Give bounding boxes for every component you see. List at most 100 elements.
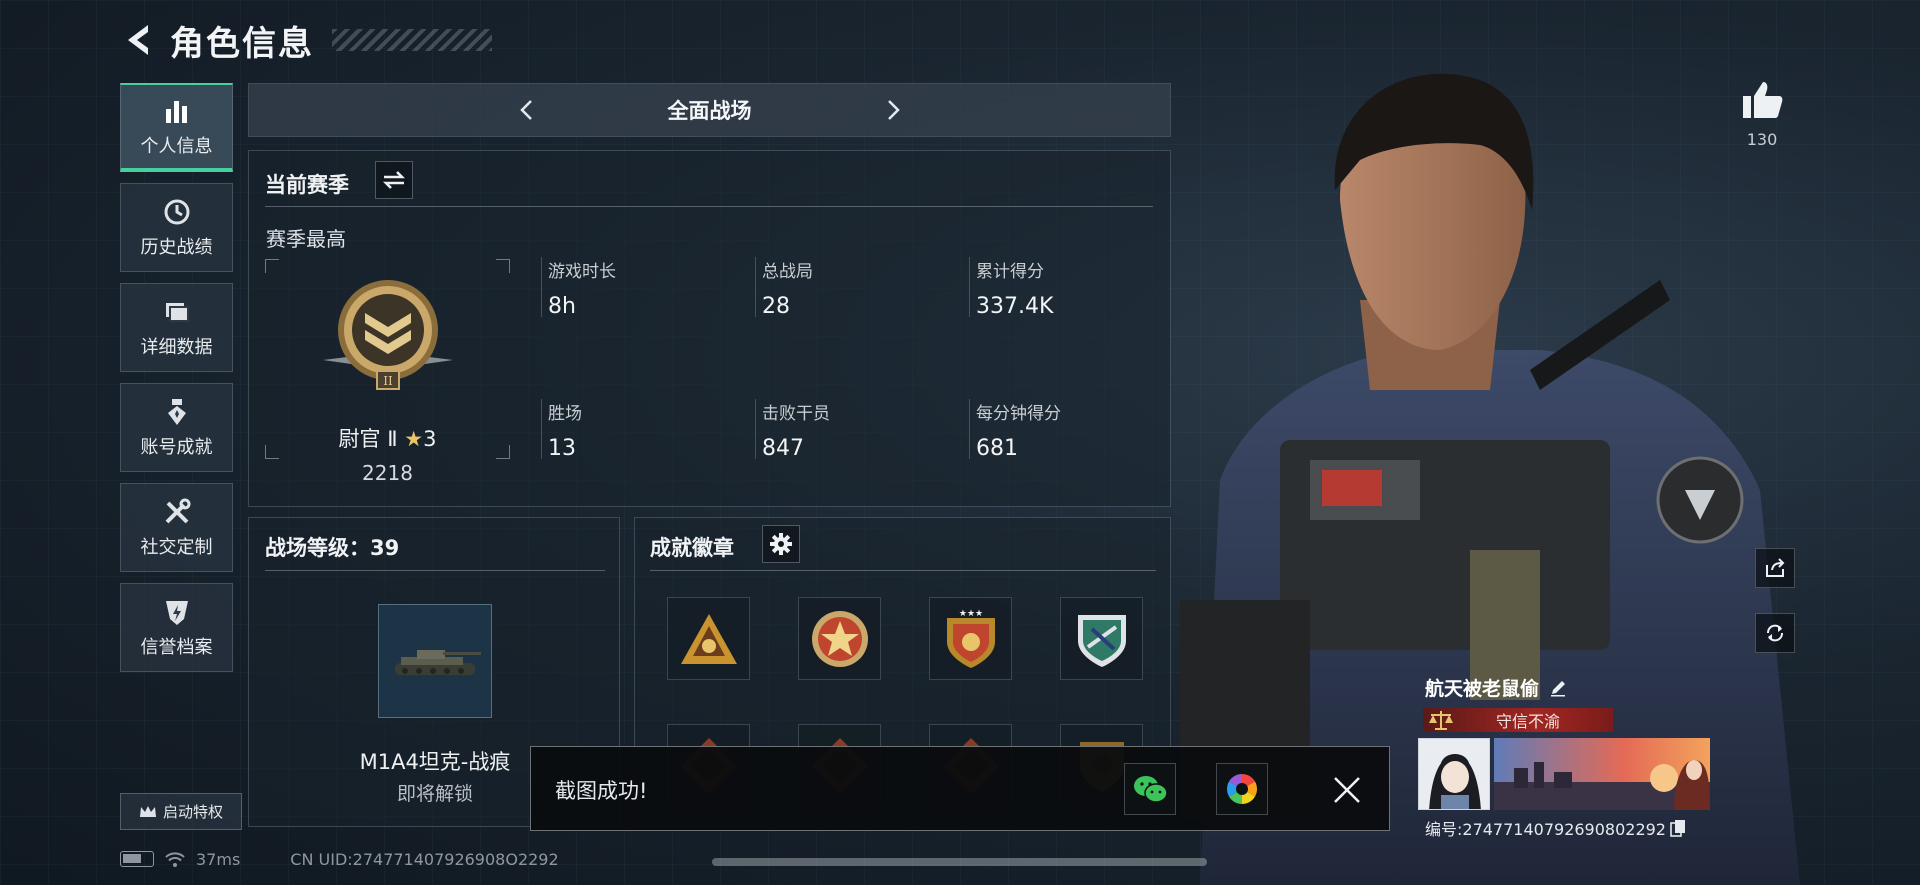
toast-close-button[interactable] [1327, 770, 1367, 810]
rank-points: 2218 [362, 461, 413, 485]
stat-value: 337.4K [976, 294, 1054, 319]
nav-personal-info[interactable]: 个人信息 [120, 83, 233, 172]
mode-next-button[interactable] [880, 96, 908, 124]
uid-text: CN UID:274771407926908O2292 [290, 849, 559, 869]
launch-privilege-button[interactable]: 启动特权 [120, 793, 242, 830]
player-id: 编号:27477140792690802292 [1425, 816, 1686, 840]
gear-icon [770, 533, 792, 555]
badge-settings-button[interactable] [762, 525, 800, 563]
share-icon [1766, 558, 1785, 577]
player-name-text: 航天被老鼠偷 [1425, 678, 1540, 700]
share-wechat-button[interactable] [1124, 763, 1176, 815]
side-nav: 个人信息 历史战绩 详细数据 账号成就 社交定制 信誉档案 [120, 83, 233, 683]
wechat-icon [1134, 776, 1168, 803]
page-title: 角色信息 [170, 23, 314, 64]
close-icon [1334, 777, 1360, 803]
nav-detailed-data[interactable]: 详细数据 [120, 283, 233, 372]
title-decoration [332, 29, 492, 51]
rank-emblem-icon: II [323, 280, 453, 390]
achievements-title: 成就徽章 [650, 536, 734, 560]
page-header: 角色信息 [120, 18, 492, 64]
edit-pencil-icon[interactable] [1549, 679, 1567, 697]
share-album-button[interactable] [1216, 763, 1268, 815]
badge-slot[interactable] [1060, 597, 1143, 680]
player-name: 航天被老鼠偷 [1425, 674, 1567, 701]
svg-text:II: II [383, 374, 393, 388]
chevron-left-icon [519, 100, 532, 120]
badge-slot[interactable]: ★★★ [929, 597, 1012, 680]
credit-title-text: 守信不渝 [1495, 712, 1560, 731]
stat-value: 28 [762, 294, 790, 319]
rank-name-text: 尉官 Ⅱ [338, 427, 398, 451]
stat-play-time: 游戏时长 8h [541, 257, 751, 319]
rank-stars: 3 [423, 427, 437, 451]
credit-title-tag: 守信不渝 [1423, 708, 1613, 732]
profile-banner[interactable] [1494, 738, 1710, 810]
svg-text:★★★: ★★★ [958, 609, 982, 619]
nav-label: 信誉档案 [140, 636, 213, 658]
switch-arrows-icon [382, 171, 406, 189]
star-medal-badge-icon [811, 610, 868, 667]
like-count: 130 [1746, 130, 1778, 149]
avatar[interactable] [1418, 738, 1490, 810]
chevron-right-icon [887, 100, 900, 120]
green-shield-badge-icon [1077, 614, 1126, 667]
refresh-icon [1767, 624, 1783, 642]
shield-stars-badge-icon: ★★★ [946, 609, 995, 668]
stat-kills: 击败干员 847 [755, 399, 965, 461]
nav-achievements[interactable]: 账号成就 [120, 383, 233, 472]
nav-history[interactable]: 历史战绩 [120, 183, 233, 272]
nav-social-custom[interactable]: 社交定制 [120, 483, 233, 572]
like-button[interactable]: 130 [1740, 80, 1784, 149]
stat-value: 8h [548, 294, 576, 319]
stat-wins: 胜场 13 [541, 399, 751, 461]
back-arrow-icon [128, 25, 148, 55]
thumbs-up-icon [1743, 82, 1783, 118]
nav-credit-record[interactable]: 信誉档案 [120, 583, 233, 672]
mode-selector: 全面战场 [248, 83, 1171, 137]
season-best-label: 赛季最高 [266, 227, 346, 251]
rank-name: 尉官 Ⅱ ★3 [265, 423, 510, 453]
photo-album-icon [1226, 774, 1258, 804]
copy-icon[interactable] [1670, 819, 1686, 837]
rotate-button[interactable] [1755, 613, 1795, 653]
vehicle-reward-card[interactable] [378, 604, 492, 718]
divider [650, 570, 1156, 571]
crown-icon [139, 805, 156, 817]
tank-icon [395, 650, 481, 675]
share-button[interactable] [1755, 548, 1795, 588]
clock-history-icon [162, 197, 192, 227]
stat-label: 累计得分 [976, 262, 1044, 282]
stat-label: 胜场 [548, 404, 582, 424]
nav-label: 详细数据 [140, 336, 213, 358]
stat-value: 13 [548, 436, 576, 461]
badge-slot[interactable] [667, 597, 750, 680]
back-button[interactable] [120, 20, 156, 60]
launch-privilege-label: 启动特权 [162, 803, 223, 821]
badge-slot[interactable] [798, 597, 881, 680]
stat-label: 击败干员 [762, 404, 830, 424]
player-card: 航天被老鼠偷 守信不渝 编号:27477140792690802292 [1415, 668, 1797, 840]
triangle-gold-badge-icon [680, 613, 737, 664]
switch-season-button[interactable] [375, 161, 413, 199]
season-panel: 当前赛季 赛季最高 II 尉官 Ⅱ ★3 2218 游戏时长 8h 总战局 28 [248, 150, 1171, 507]
divider [265, 570, 605, 571]
tools-icon [162, 497, 192, 527]
stat-label: 总战局 [762, 262, 813, 282]
stat-total-matches: 总战局 28 [755, 257, 965, 319]
home-indicator[interactable] [712, 858, 1207, 866]
mode-prev-button[interactable] [512, 96, 540, 124]
stat-label: 每分钟得分 [976, 404, 1061, 424]
latency: 37ms [196, 849, 241, 869]
battery-icon [120, 851, 154, 867]
nav-label: 历史战绩 [140, 236, 213, 258]
stat-label: 游戏时长 [548, 262, 616, 282]
divider [265, 206, 1153, 207]
nav-label: 账号成就 [140, 436, 213, 458]
medal-icon [162, 397, 192, 427]
battle-level-title: 战场等级：39 [265, 536, 400, 560]
stat-value: 847 [762, 436, 804, 461]
scales-icon [1423, 708, 1459, 732]
shield-bolt-icon [162, 597, 192, 627]
bar-chart-icon [162, 96, 192, 126]
